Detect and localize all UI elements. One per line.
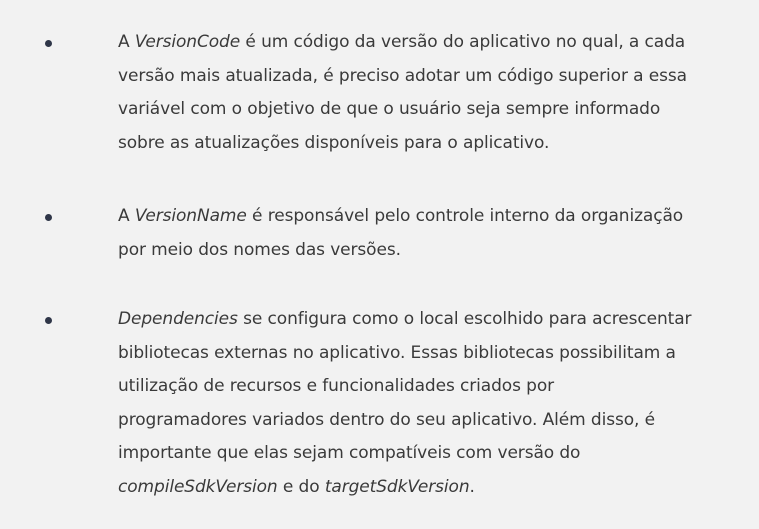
list-item-text: Dependencies se configura como o local e… (118, 303, 748, 504)
term-targetsdkversion: targetSdkVersion (324, 476, 470, 497)
text-line: programadores variados dentro do seu apl… (118, 409, 656, 430)
text-line: utilização de recursos e funcionalidades… (118, 376, 555, 396)
term-dependencies: Dependencies (118, 309, 238, 329)
bullet-icon (45, 214, 52, 221)
bullet-list: A VersionCode é um código da versão do a… (0, 0, 759, 529)
text-line: versão mais atualizada, é preciso adotar… (118, 65, 687, 86)
term-versioncode: VersionCode (134, 32, 241, 52)
list-item-text: A VersionCode é um código da versão do a… (118, 26, 748, 160)
text-line: A VersionCode é um código da versão do a… (118, 32, 686, 52)
text-line: Dependencies se configura como o local e… (118, 309, 692, 329)
text-line: sobre as atualizações disponíveis para o… (118, 132, 550, 153)
list-item-text: A VersionName é responsável pelo control… (118, 200, 748, 267)
term-compilesdkversion: compileSdkVersion (118, 476, 278, 497)
text-line: por meio dos nomes das versões. (118, 239, 401, 260)
text-line: A VersionName é responsável pelo control… (118, 206, 684, 226)
text-line: importante que elas sejam compatíveis co… (118, 443, 581, 463)
bullet-icon (45, 40, 52, 47)
text-line: compileSdkVersion e do targetSdkVersion. (118, 476, 475, 497)
text-line: variável com o objetivo de que o usuário… (118, 99, 661, 119)
text-line: bibliotecas externas no aplicativo. Essa… (118, 342, 676, 363)
term-versionname: VersionName (134, 206, 247, 226)
bullet-icon (45, 317, 52, 324)
